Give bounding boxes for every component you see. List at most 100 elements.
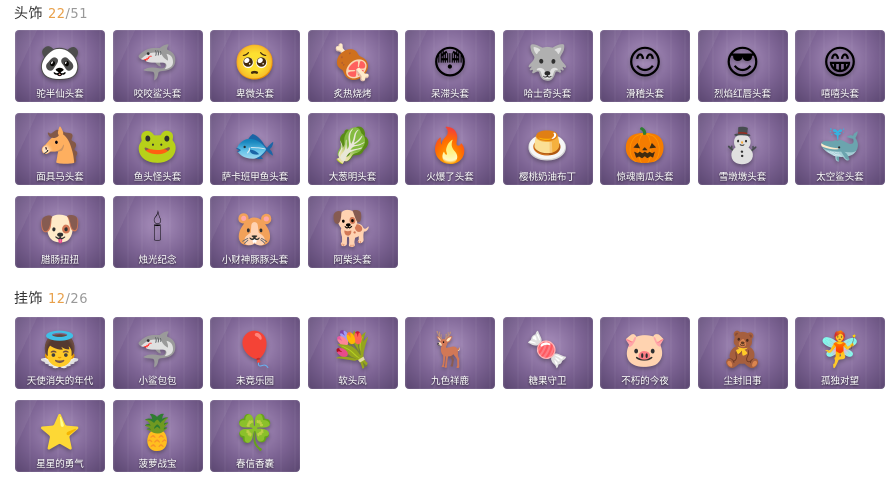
headwear-item-card[interactable]: 🍮 樱桃奶油布丁: [502, 113, 593, 185]
headwear-count: 22/51: [48, 7, 88, 22]
pumpkin-head-icon: 🎃: [623, 126, 667, 166]
headwear-item-card[interactable]: 😎 烈焰红唇头套: [697, 30, 788, 102]
pendants-item-label: 尘封旧事: [723, 376, 762, 387]
pendants-item-label: 孤独对望: [820, 376, 859, 387]
headwear-item-card[interactable]: 🍖 炙热烧烤: [307, 30, 398, 102]
shark-bag-pendant-icon: 🦈: [136, 330, 179, 370]
fairy-pendant-icon: 🧚: [818, 330, 862, 370]
pendants-owned-count: 12: [48, 292, 66, 307]
headwear-item-label: 哈士奇头套: [523, 89, 572, 100]
pendants-item-label: 菠萝战宝: [138, 459, 177, 470]
pendants-item-card[interactable]: 🎈 未竟乐园: [210, 317, 300, 389]
capybara-head-icon: 🐹: [233, 209, 277, 249]
headwear-item-card[interactable]: 🐶 腊肠扭扭: [15, 196, 105, 268]
pendants-item-card[interactable]: 🐷 不朽的今夜: [600, 317, 690, 389]
headwear-item-card[interactable]: 🐴 面具马头套: [15, 113, 105, 185]
headwear-item-label: 萨卡班甲鱼头套: [221, 172, 289, 183]
pendants-item-card[interactable]: 👼 天使消失的年代: [15, 317, 105, 389]
space-shark-head-icon: 🐳: [818, 126, 862, 166]
headwear-item-card[interactable]: 🥺 卑微头套: [210, 30, 300, 102]
angel-pendant-icon: 👼: [38, 330, 82, 370]
shiba-head-icon: 🐕: [331, 209, 374, 249]
dachshund-head-icon: 🐶: [38, 209, 82, 249]
snowman-head-icon: ⛄: [721, 126, 764, 166]
headwear-item-label: 雪墩墩头套: [718, 172, 767, 183]
pendants-item-card[interactable]: 🧚 孤独对望: [795, 317, 885, 389]
headwear-item-card[interactable]: 🐹 小财神豚豚头套: [210, 196, 300, 268]
sachet-pendant-icon: 🍀: [233, 413, 277, 453]
deer-pendant-icon: 🦌: [428, 330, 472, 370]
headwear-item-label: 火爆了头套: [426, 172, 474, 183]
pudding-head-icon: 🍮: [526, 126, 569, 166]
horse-head-icon: 🐴: [38, 126, 82, 166]
headwear-item-card[interactable]: 😁 嘻嘻头套: [795, 30, 885, 102]
headwear-item-label: 呆滞头套: [430, 89, 469, 100]
headwear-item-label: 腊肠扭扭: [40, 255, 79, 266]
pendants-total-count: /26: [65, 292, 88, 307]
doll-pendant-icon: 🧸: [721, 330, 764, 370]
pendants-item-card[interactable]: 🍀 春信香囊: [210, 400, 300, 472]
headwear-item-card[interactable]: 🔥 火爆了头套: [405, 113, 495, 185]
headwear-item-card[interactable]: 🦈 咬咬鲨头套: [112, 30, 203, 102]
headwear-item-label: 鱼头怪头套: [133, 172, 182, 183]
headwear-item-card[interactable]: 🐟 萨卡班甲鱼头套: [210, 113, 300, 185]
headwear-item-card[interactable]: 🐼 驼半仙头套: [15, 30, 105, 102]
headwear-item-card[interactable]: 🐺 哈士奇头套: [502, 30, 593, 102]
pendants-item-label: 九色祥鹿: [430, 376, 469, 387]
pendants-item-label: 天使消失的年代: [26, 376, 94, 387]
pink-creature-pendant-icon: 🐷: [623, 330, 667, 370]
headwear-item-card[interactable]: 🐸 鱼头怪头套: [112, 113, 203, 185]
star-pendant-icon: ⭐: [38, 413, 82, 453]
pendants-item-card[interactable]: ⭐ 星星的勇气: [15, 400, 105, 472]
pendants-count: 12/26: [48, 292, 88, 307]
pendants-item-card[interactable]: 🧸 尘封旧事: [697, 317, 788, 389]
grin-emoji-head-icon: 😁: [822, 43, 858, 83]
headwear-item-label: 咬咬鲨头套: [133, 89, 182, 100]
headwear-item-card[interactable]: 😳 呆滞头套: [405, 30, 495, 102]
pendants-item-label: 未竟乐园: [235, 376, 274, 387]
pendants-section-title: 挂饰 12/26: [14, 288, 88, 308]
bunny-balloon-pendant-icon: 🎈: [233, 330, 277, 370]
fish-head-icon: 🐟: [233, 126, 277, 166]
headwear-item-label: 驼半仙头套: [36, 89, 84, 100]
pendants-item-card[interactable]: 💐 软头凤: [307, 317, 398, 389]
sad-emoji-head-icon: 🥺: [233, 43, 277, 83]
headwear-item-label: 太空鲨头套: [816, 172, 864, 183]
headwear-item-label: 面具马头套: [36, 172, 84, 183]
fish-monster-head-icon: 🐸: [136, 126, 179, 166]
pendants-item-label: 软头凤: [338, 376, 367, 387]
flower-pendant-icon: 💐: [331, 330, 374, 370]
pendants-item-label: 小鲨包包: [138, 376, 177, 387]
headwear-item-label: 烈焰红唇头套: [713, 89, 771, 100]
pineapple-pendant-icon: 🍍: [136, 413, 179, 453]
headwear-item-label: 惊魂南瓜头套: [616, 172, 674, 183]
headwear-item-card[interactable]: 🐳 太空鲨头套: [795, 113, 885, 185]
bbq-meat-head-icon: 🍖: [331, 43, 374, 83]
pendants-item-card[interactable]: 🍍 菠萝战宝: [112, 400, 203, 472]
headwear-item-card[interactable]: ⛄ 雪墩墩头套: [697, 113, 788, 185]
headwear-item-label: 樱桃奶油布丁: [518, 172, 576, 183]
headwear-item-card[interactable]: 🕯 烛光纪念: [112, 196, 203, 268]
headwear-item-label: 卑微头套: [235, 89, 274, 100]
headwear-item-card[interactable]: 🐕 阿柴头套: [307, 196, 398, 268]
funny-emoji-head-icon: 😊: [627, 43, 663, 83]
pendants-item-card[interactable]: 🍬 糖果守卫: [502, 317, 593, 389]
panda-bear-head-icon: 🐼: [38, 43, 82, 83]
scallion-head-icon: 🥬: [331, 126, 374, 166]
pendants-grid: 👼 天使消失的年代 🦈 小鲨包包 🎈 未竟乐园 💐 软头凤 🦌 九色祥鹿 🍬 糖果守卫 🐷 不朽的今夜 🧸 尘…: [15, 317, 885, 472]
headwear-title: 头饰: [14, 6, 43, 22]
headwear-item-card[interactable]: 🥬 大葱明头套: [307, 113, 398, 185]
headwear-item-label: 炙热烧烤: [333, 89, 372, 100]
dazed-emoji-head-icon: 😳: [432, 43, 468, 83]
headwear-item-card[interactable]: 😊 滑稽头套: [600, 30, 690, 102]
pendants-item-card[interactable]: 🦈 小鲨包包: [112, 317, 203, 389]
pendants-item-label: 糖果守卫: [528, 376, 567, 387]
headwear-item-label: 大葱明头套: [328, 172, 377, 183]
headwear-item-label: 滑稽头套: [625, 89, 664, 100]
pendants-item-card[interactable]: 🦌 九色祥鹿: [405, 317, 495, 389]
headwear-item-card[interactable]: 🎃 惊魂南瓜头套: [600, 113, 690, 185]
headwear-section-title: 头饰 22/51: [14, 3, 88, 23]
headwear-grid: 🐼 驼半仙头套 🦈 咬咬鲨头套 🥺 卑微头套 🍖 炙热烧烤 😳 呆滞头套 🐺 哈士奇头套 😊 滑稽头套 😎 烈…: [15, 30, 885, 268]
headwear-item-label: 嘻嘻头套: [820, 89, 859, 100]
pendants-title: 挂饰: [14, 291, 43, 307]
